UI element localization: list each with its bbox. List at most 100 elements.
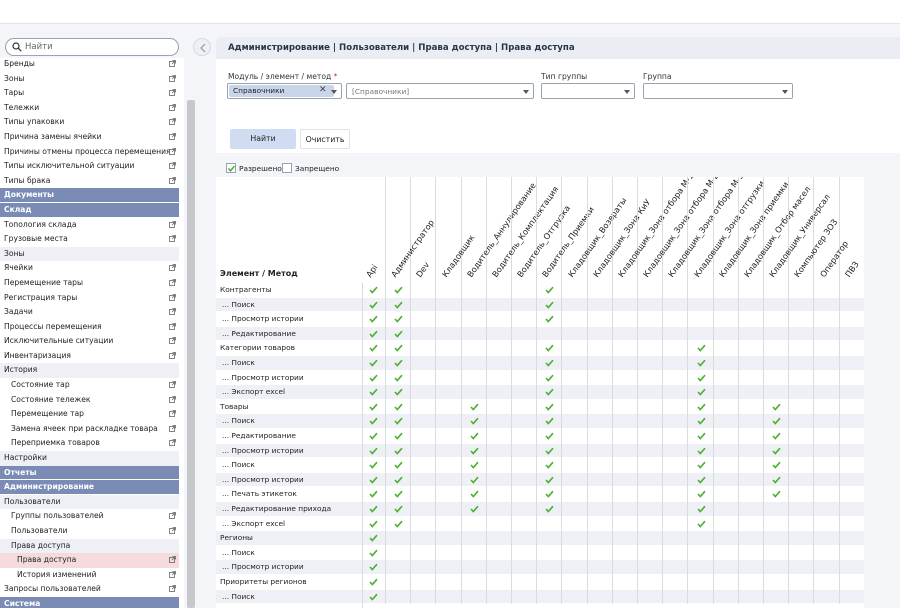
- permission-cell[interactable]: [715, 385, 739, 400]
- permission-cell[interactable]: [362, 545, 386, 561]
- permission-cell[interactable]: [790, 370, 815, 386]
- permission-cell[interactable]: [690, 575, 714, 590]
- permission-cell[interactable]: [463, 545, 487, 561]
- permission-cell[interactable]: [438, 589, 462, 605]
- permission-cell[interactable]: [564, 341, 588, 356]
- permission-cell[interactable]: [765, 560, 790, 575]
- permission-cell[interactable]: [538, 575, 563, 590]
- permission-cell[interactable]: [664, 341, 689, 356]
- clear-button[interactable]: Очистить: [300, 129, 350, 149]
- external-link-icon[interactable]: [169, 410, 176, 418]
- permission-cell[interactable]: [639, 429, 664, 444]
- permission-cell[interactable]: [513, 502, 538, 517]
- permission-cell[interactable]: [412, 283, 437, 298]
- permission-cell[interactable]: [387, 443, 412, 459]
- permission-cell[interactable]: [740, 370, 764, 386]
- permission-cell[interactable]: [513, 472, 538, 488]
- sidebar-item[interactable]: Тележки: [0, 101, 179, 116]
- permission-cell[interactable]: [438, 326, 462, 342]
- permission-cell[interactable]: [816, 341, 840, 356]
- permission-cell[interactable]: [362, 443, 386, 459]
- permission-cell[interactable]: [790, 560, 815, 575]
- permission-cell[interactable]: [412, 545, 437, 561]
- permission-cell[interactable]: [765, 341, 790, 356]
- permission-cell[interactable]: [816, 531, 840, 546]
- permission-cell[interactable]: [765, 356, 790, 371]
- permission-cell[interactable]: [790, 531, 815, 546]
- permission-cell[interactable]: [564, 516, 588, 532]
- permission-cell[interactable]: [639, 283, 664, 298]
- permission-cell[interactable]: [513, 443, 538, 459]
- permission-cell[interactable]: [614, 458, 638, 473]
- external-link-icon[interactable]: [169, 89, 176, 97]
- permission-cell[interactable]: [765, 516, 790, 532]
- permission-cell[interactable]: [740, 341, 764, 356]
- denied-checkbox[interactable]: [282, 163, 292, 173]
- permission-cell[interactable]: [690, 399, 714, 415]
- permission-cell[interactable]: [639, 458, 664, 473]
- permission-cell[interactable]: [589, 429, 613, 444]
- permission-cell[interactable]: [538, 472, 563, 488]
- permission-cell[interactable]: [614, 502, 638, 517]
- external-link-icon[interactable]: [169, 293, 176, 301]
- permission-cell[interactable]: [513, 589, 538, 605]
- permission-cell[interactable]: [538, 458, 563, 473]
- permission-cell[interactable]: [513, 297, 538, 313]
- permission-cell[interactable]: [790, 356, 815, 371]
- permission-cell[interactable]: [463, 385, 487, 400]
- permission-cell[interactable]: [362, 326, 386, 342]
- permission-cell[interactable]: [488, 312, 512, 327]
- permission-cell[interactable]: [387, 283, 412, 298]
- permission-cell[interactable]: [412, 399, 437, 415]
- permission-cell[interactable]: [639, 297, 664, 313]
- permission-cell[interactable]: [564, 589, 588, 605]
- sidebar-item[interactable]: Запросы пользователей: [0, 582, 179, 597]
- permission-cell[interactable]: [690, 429, 714, 444]
- external-link-icon[interactable]: [169, 322, 176, 330]
- sidebar-item[interactable]: Грузовые места: [0, 232, 179, 247]
- permission-cell[interactable]: [639, 399, 664, 415]
- external-link-icon[interactable]: [169, 424, 176, 432]
- sidebar-item[interactable]: Задачи: [0, 305, 179, 320]
- permission-cell[interactable]: [387, 429, 412, 444]
- sidebar-scrollbar[interactable]: [187, 100, 195, 608]
- permission-cell[interactable]: [488, 326, 512, 342]
- sidebar-item[interactable]: Исключительные ситуации: [0, 334, 179, 349]
- permission-cell[interactable]: [765, 531, 790, 546]
- permission-cell[interactable]: [841, 487, 864, 502]
- sidebar-item[interactable]: Система: [0, 596, 179, 608]
- permission-cell[interactable]: [690, 560, 714, 575]
- permission-cell[interactable]: [639, 575, 664, 590]
- permission-cell[interactable]: [564, 443, 588, 459]
- permission-cell[interactable]: [740, 443, 764, 459]
- permission-cell[interactable]: [664, 560, 689, 575]
- permission-cell[interactable]: [589, 545, 613, 561]
- permission-cell[interactable]: [589, 516, 613, 532]
- permission-cell[interactable]: [841, 458, 864, 473]
- permission-cell[interactable]: [589, 326, 613, 342]
- permission-cell[interactable]: [841, 326, 864, 342]
- permission-cell[interactable]: [614, 589, 638, 605]
- permission-cell[interactable]: [690, 341, 714, 356]
- permission-cell[interactable]: [564, 297, 588, 313]
- permission-cell[interactable]: [387, 370, 412, 386]
- permission-cell[interactable]: [412, 429, 437, 444]
- external-link-icon[interactable]: [169, 235, 176, 243]
- permission-cell[interactable]: [387, 312, 412, 327]
- external-link-icon[interactable]: [169, 176, 176, 184]
- permission-cell[interactable]: [564, 283, 588, 298]
- permission-cell[interactable]: [765, 575, 790, 590]
- permission-cell[interactable]: [538, 297, 563, 313]
- permission-cell[interactable]: [639, 502, 664, 517]
- permission-cell[interactable]: [387, 575, 412, 590]
- permission-cell[interactable]: [589, 356, 613, 371]
- permission-cell[interactable]: [589, 341, 613, 356]
- permission-cell[interactable]: [715, 443, 739, 459]
- permission-cell[interactable]: [488, 458, 512, 473]
- sidebar-item[interactable]: Бренды: [0, 58, 179, 72]
- permission-cell[interactable]: [362, 472, 386, 488]
- sidebar-item[interactable]: Пользователи: [0, 524, 179, 539]
- permission-cell[interactable]: [765, 472, 790, 488]
- permission-cell[interactable]: [765, 545, 790, 561]
- permission-cell[interactable]: [614, 399, 638, 415]
